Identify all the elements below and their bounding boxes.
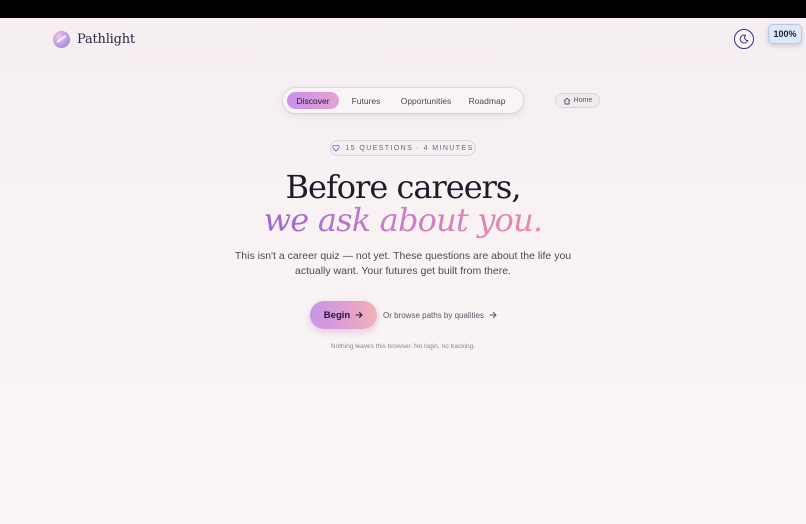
- hero-title-line2: we ask about you.: [0, 201, 806, 239]
- tab-roadmap[interactable]: Roadmap: [468, 92, 506, 109]
- begin-button-label: Begin: [323, 309, 351, 321]
- privacy-footnote: Nothing leaves this browser. No login, n…: [330, 343, 476, 350]
- brand-logo-icon: [53, 30, 70, 48]
- main-nav: Discover Futures Opportunities Roadmap: [283, 88, 523, 113]
- hero-subtitle-line1: This isn't a career quiz — not yet. Thes…: [234, 250, 572, 262]
- tab-discover[interactable]: Discover: [287, 92, 339, 109]
- home-button-label: Home: [573, 97, 593, 104]
- quiz-info-pill: 15 QUESTIONS · 4 MINUTES: [330, 140, 476, 156]
- begin-button[interactable]: Begin: [310, 301, 377, 329]
- browse-paths-label: Or browse paths by qualities: [383, 310, 484, 320]
- heart-icon: [332, 144, 341, 152]
- home-button[interactable]: Home: [555, 93, 600, 108]
- moon-icon: [739, 34, 749, 44]
- arrow-right-icon: [355, 311, 363, 319]
- theme-toggle-button[interactable]: [734, 29, 754, 49]
- browse-paths-link[interactable]: Or browse paths by qualities: [383, 309, 497, 321]
- brand-name: Pathlight: [77, 31, 135, 47]
- zoom-level-badge: 100%: [768, 24, 802, 44]
- home-icon: [563, 97, 570, 104]
- arrow-right-icon: [489, 312, 497, 318]
- brand[interactable]: Pathlight: [53, 30, 135, 48]
- quiz-info-text: 15 QUESTIONS · 4 MINUTES: [345, 144, 474, 152]
- tab-opportunities[interactable]: Opportunities: [400, 92, 452, 109]
- hero-subtitle: This isn't a career quiz — not yet. Thes…: [0, 249, 806, 279]
- hero-subtitle-line2: actually want. Your futures get built fr…: [295, 265, 511, 277]
- tab-futures[interactable]: Futures: [351, 92, 381, 109]
- hero-title-gradient-text: we ask about you.: [263, 201, 543, 239]
- browser-top-bar: [0, 0, 806, 18]
